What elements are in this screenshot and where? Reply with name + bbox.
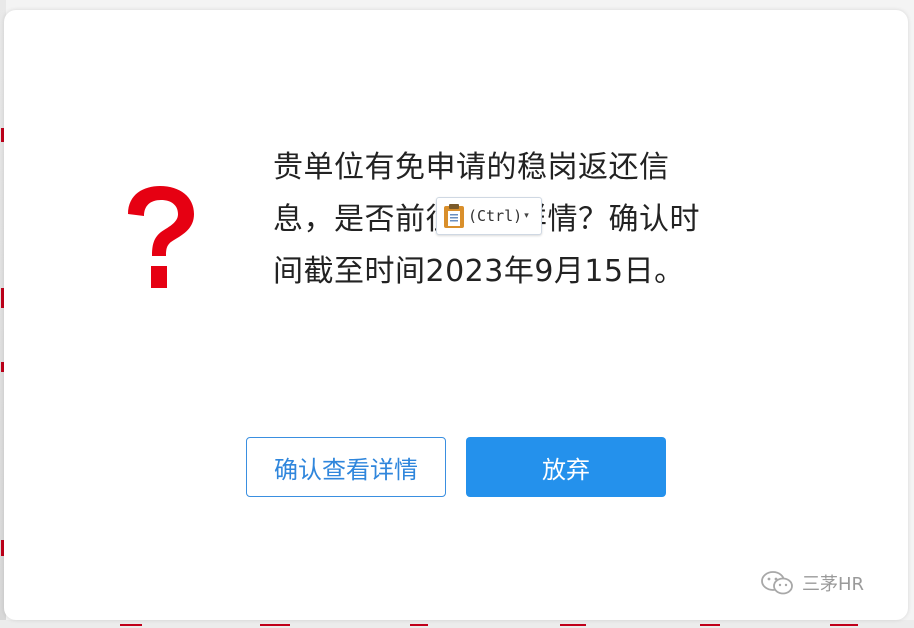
clipboard-icon xyxy=(444,204,464,228)
paste-options-button[interactable]: (Ctrl) ▾ xyxy=(436,197,542,235)
confirm-dialog xyxy=(4,10,908,620)
watermark: 三茅HR xyxy=(760,570,864,596)
give-up-button[interactable]: 放弃 xyxy=(466,437,666,497)
paste-shortcut-label: (Ctrl) xyxy=(468,207,523,225)
confirm-view-details-button[interactable]: 确认查看详情 xyxy=(246,437,446,497)
chevron-down-icon: ▾ xyxy=(524,211,529,221)
question-mark-icon xyxy=(128,186,194,288)
watermark-text: 三茅HR xyxy=(802,574,865,595)
wechat-icon xyxy=(761,571,793,595)
background-edge-bottom xyxy=(0,620,914,628)
